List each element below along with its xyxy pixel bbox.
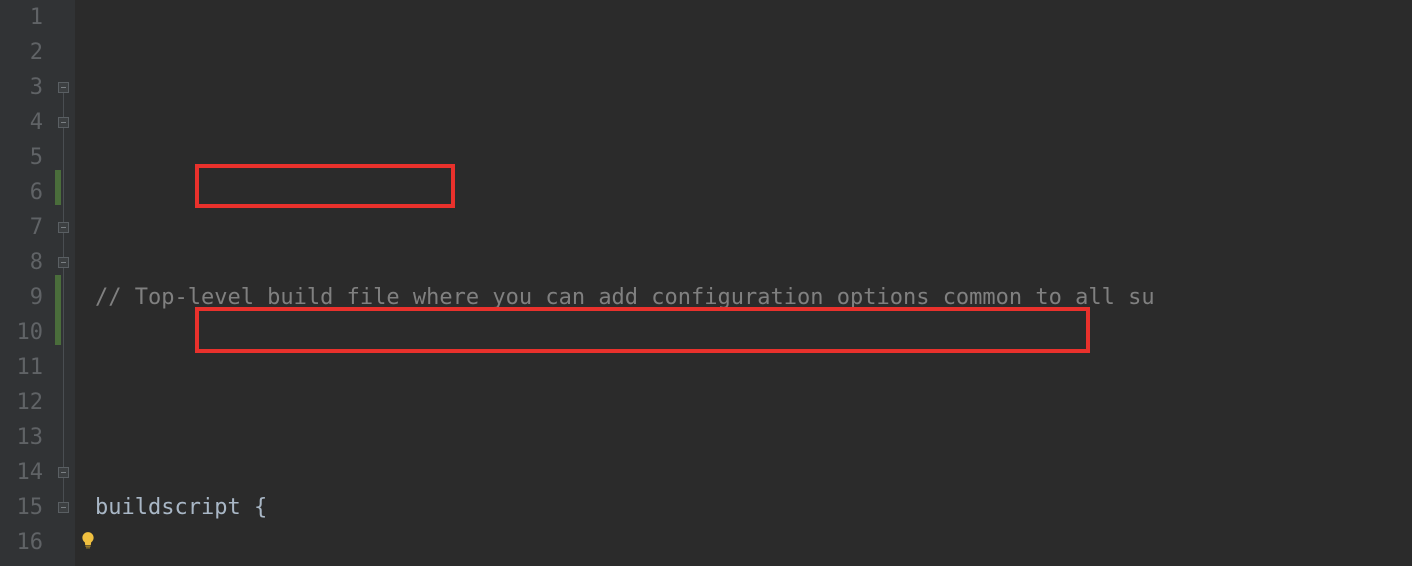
line-number: 13 (0, 420, 43, 455)
lightbulb-icon[interactable] (79, 531, 97, 549)
line-number: 11 (0, 350, 43, 385)
line-number: 3 (0, 70, 43, 105)
line-number-gutter: 12345678910111213141516 (0, 0, 55, 566)
line-number: 2 (0, 35, 43, 70)
fold-handle[interactable] (58, 222, 69, 233)
line-number: 9 (0, 280, 43, 315)
line-number: 6 (0, 175, 43, 210)
vcs-change-bar (55, 170, 61, 205)
line-number: 15 (0, 490, 43, 525)
code-editor[interactable]: 12345678910111213141516 // Top-level bui… (0, 0, 1412, 566)
line-number: 14 (0, 455, 43, 490)
fold-handle[interactable] (58, 82, 69, 93)
line-number: 16 (0, 525, 43, 560)
line-number: 1 (0, 0, 43, 35)
line-number: 4 (0, 105, 43, 140)
code-area[interactable]: // Top-level build file where you can ad… (75, 0, 1412, 566)
line-number: 5 (0, 140, 43, 175)
line-number: 7 (0, 210, 43, 245)
annotation-highlight (195, 164, 455, 208)
line-number: 10 (0, 315, 43, 350)
code-line: buildscript { (95, 490, 1412, 525)
fold-handle[interactable] (58, 117, 69, 128)
code-line (95, 385, 1412, 420)
line-number: 12 (0, 385, 43, 420)
fold-handle[interactable] (58, 257, 69, 268)
vcs-change-bar (55, 275, 61, 345)
line-number: 8 (0, 245, 43, 280)
fold-handle[interactable] (58, 502, 69, 513)
code-line: // Top-level build file where you can ad… (95, 280, 1412, 315)
fold-handle[interactable] (58, 467, 69, 478)
